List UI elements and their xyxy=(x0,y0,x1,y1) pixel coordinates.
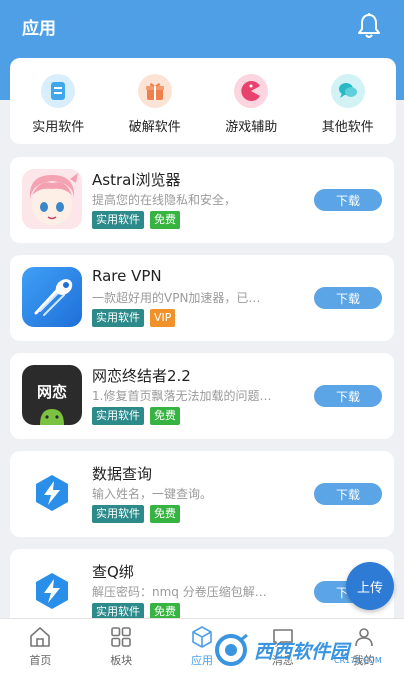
app-description: 解压密码：nmq 分卷压缩包解… xyxy=(92,585,267,599)
bell-icon[interactable] xyxy=(356,12,382,40)
download-button[interactable]: 下载 xyxy=(314,385,382,407)
app-card[interactable]: 网恋 网恋终结者2.2 1.修复首页飘落无法加载的问题… 实用软件 免费 下载 xyxy=(10,353,394,439)
category-tag: 实用软件 xyxy=(92,309,144,327)
category-label: 实用软件 xyxy=(32,120,85,135)
download-button[interactable]: 下载 xyxy=(314,189,382,211)
chat-icon xyxy=(330,74,365,108)
watermark-subtext: CR173.COM xyxy=(334,656,382,665)
app-card[interactable]: Rare VPN 一款超好用的VPN加速器，已… 实用软件 VIP 下载 xyxy=(10,255,394,341)
app-icon-astral xyxy=(22,169,82,229)
category-other[interactable]: 其他软件 xyxy=(303,74,393,135)
app-name: 网恋终结者2.2 xyxy=(92,367,191,385)
app-description: 一款超好用的VPN加速器，已… xyxy=(92,291,261,305)
category-tag: 实用软件 xyxy=(92,505,144,523)
nav-label: 板块 xyxy=(110,654,133,667)
nav-item-board[interactable]: 板块 xyxy=(81,619,161,676)
price-tag: 免费 xyxy=(150,407,180,425)
category-cracked[interactable]: 破解软件 xyxy=(110,74,200,135)
watermark-logo: 西西软件园 CR173.COM xyxy=(214,630,404,670)
app-icon-wanglian: 网恋 xyxy=(22,365,82,425)
app-description: 提高您的在线隐私和安全， xyxy=(92,193,237,207)
nav-label: 应用 xyxy=(190,654,213,667)
app-description: 1.修复首页飘落无法加载的问题… xyxy=(92,389,272,403)
category-panel: 实用软件 破解软件 游戏辅助 其他软件 xyxy=(10,58,396,144)
grid-icon xyxy=(111,627,131,647)
app-name: Astral浏览器 xyxy=(92,171,181,189)
category-label: 其他软件 xyxy=(321,120,374,135)
price-tag: VIP xyxy=(150,309,176,327)
category-tag: 实用软件 xyxy=(92,211,144,229)
cube-icon xyxy=(192,626,212,648)
nav-item-home[interactable]: 首页 xyxy=(0,619,80,676)
app-description: 输入姓名，一键查询。 xyxy=(92,487,213,501)
category-label: 破解软件 xyxy=(128,120,181,135)
document-icon xyxy=(41,74,76,108)
page-title: 应用 xyxy=(22,19,56,39)
nav-label: 首页 xyxy=(29,654,52,667)
upload-button[interactable]: 上传 xyxy=(346,562,394,610)
home-icon xyxy=(30,627,51,647)
app-icon-data-query xyxy=(22,463,82,523)
watermark-icon xyxy=(215,633,248,666)
app-icon-rare-vpn xyxy=(22,267,82,327)
category-game-aid[interactable]: 游戏辅助 xyxy=(206,74,296,135)
price-tag: 免费 xyxy=(150,505,180,523)
app-card[interactable]: Astral浏览器 提高您的在线隐私和安全， 实用软件 免费 下载 xyxy=(10,157,394,243)
category-tag: 实用软件 xyxy=(92,407,144,425)
app-name: 查Q绑 xyxy=(92,563,134,581)
app-name: Rare VPN xyxy=(92,267,162,285)
app-card[interactable]: 数据查询 输入姓名，一键查询。 实用软件 免费 下载 xyxy=(10,451,394,537)
category-label: 游戏辅助 xyxy=(225,120,278,135)
download-button[interactable]: 下载 xyxy=(314,483,382,505)
gift-icon xyxy=(137,74,172,108)
price-tag: 免费 xyxy=(150,211,180,229)
category-practical[interactable]: 实用软件 xyxy=(13,74,103,135)
app-name: 数据查询 xyxy=(92,465,153,483)
download-button[interactable]: 下载 xyxy=(314,287,382,309)
app-icon-qq-bind xyxy=(22,561,82,621)
pacman-icon xyxy=(234,74,269,108)
